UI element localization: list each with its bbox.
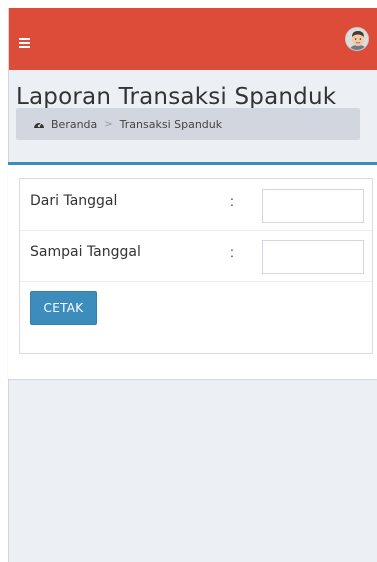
- print-button[interactable]: CETAK: [30, 291, 97, 325]
- colon-separator: :: [230, 193, 234, 209]
- start-date-input[interactable]: [262, 189, 364, 223]
- breadcrumb-current: Transaksi Spanduk: [119, 117, 223, 131]
- hamburger-icon-line: [19, 42, 30, 44]
- breadcrumb-home-link[interactable]: Beranda: [51, 118, 97, 131]
- end-date-input[interactable]: [262, 240, 364, 274]
- page-title: Laporan Transaksi Spanduk: [16, 84, 337, 110]
- hamburger-icon-line: [19, 38, 30, 40]
- hamburger-icon-line: [19, 46, 30, 48]
- form-row-start-date: Dari Tanggal :: [20, 179, 372, 231]
- report-form: Dari Tanggal : Sampai Tanggal : CETAK: [19, 178, 373, 354]
- breadcrumb-separator: >: [104, 118, 113, 130]
- breadcrumb: Beranda > Transaksi Spanduk: [16, 108, 360, 140]
- end-date-label: Sampai Tanggal: [30, 244, 141, 260]
- start-date-label: Dari Tanggal: [30, 193, 118, 209]
- form-row-end-date: Sampai Tanggal :: [20, 230, 372, 282]
- top-navbar: [9, 8, 377, 70]
- hamburger-menu-button[interactable]: [19, 31, 37, 48]
- dashboard-icon: [34, 122, 44, 128]
- colon-separator: :: [230, 244, 234, 260]
- user-avatar-icon[interactable]: [345, 27, 369, 51]
- avatar-face-icon: [346, 28, 368, 50]
